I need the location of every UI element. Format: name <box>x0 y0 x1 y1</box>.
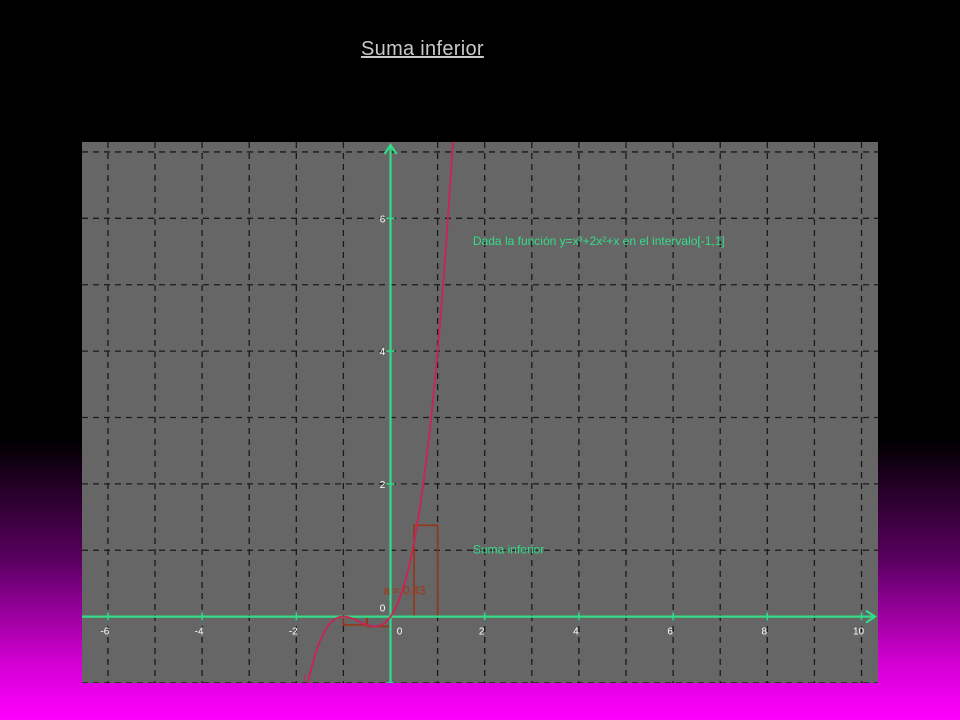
function-curve-layer <box>306 142 454 683</box>
x-tick-label: 10 <box>853 627 865 638</box>
x-tick-label: 4 <box>573 627 579 638</box>
y-tick-label: 6 <box>380 214 386 225</box>
lower-sum-rectangle <box>413 524 439 618</box>
x-tick-label: -2 <box>289 627 298 638</box>
axes <box>82 143 877 683</box>
y-tick-label: 2 <box>380 480 386 491</box>
x-tick-label: -4 <box>195 627 204 638</box>
function-graph: -6 -4 -2 2 4 6 8 10 0 0 2 4 6 Dada la función y=x³+2x… <box>82 142 878 683</box>
x-tick-label-origin: 0 <box>397 627 403 638</box>
chart-subtitle: Suma inferior <box>473 543 544 557</box>
y-tick-label: 4 <box>380 347 386 358</box>
x-tick-label: -6 <box>100 627 109 638</box>
graph-panel: -6 -4 -2 2 4 6 8 10 0 0 2 4 6 Dada la función y=x³+2x… <box>82 142 878 683</box>
slider-value-label: a = 0.43 <box>384 586 426 598</box>
x-tick-label: 6 <box>667 627 673 638</box>
chart-title: Dada la función y=x³+2x²+x en el interva… <box>473 234 725 248</box>
x-tick-label: 8 <box>762 627 768 638</box>
slide-title[interactable]: Suma inferior <box>361 38 484 61</box>
grid-lines <box>82 142 878 683</box>
x-tick-label: 2 <box>479 627 485 638</box>
curve-label: f <box>303 673 306 683</box>
origin-label: 0 <box>380 604 386 615</box>
function-curve <box>306 142 454 683</box>
